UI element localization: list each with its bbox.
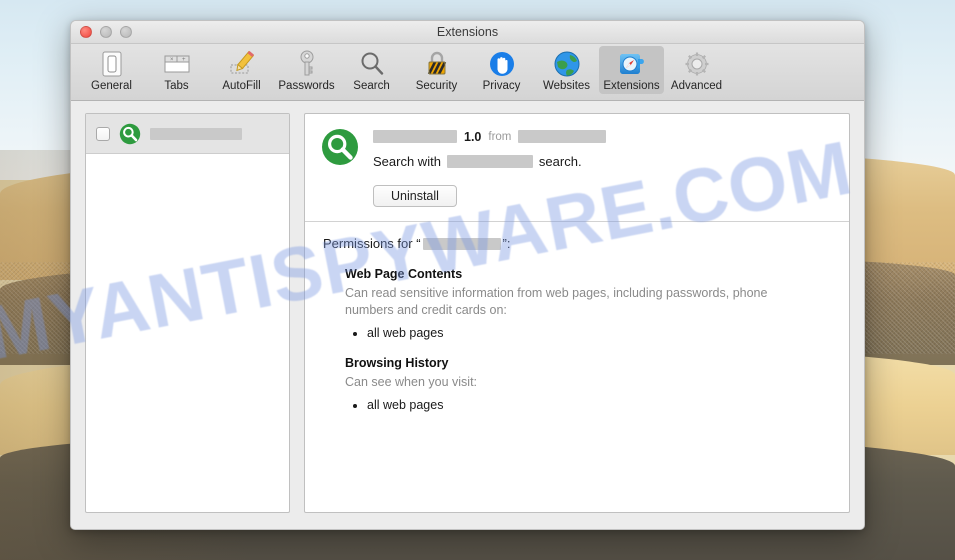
description-prefix: Search with xyxy=(373,154,441,169)
passwords-icon xyxy=(291,49,323,79)
toolbar-item-autofill[interactable]: AutoFill xyxy=(209,46,274,94)
toolbar-label: General xyxy=(91,80,132,92)
toolbar-item-security[interactable]: Security xyxy=(404,46,469,94)
toolbar-item-passwords[interactable]: Passwords xyxy=(274,46,339,94)
toolbar-label: Privacy xyxy=(482,80,521,92)
list-item[interactable] xyxy=(86,114,289,154)
permission-group-text: Can see when you visit: xyxy=(345,374,478,389)
permission-group-web-page-contents: Web Page Contents Can read sensitive inf… xyxy=(345,267,831,340)
extension-enable-checkbox[interactable] xyxy=(96,126,110,141)
permissions-section: Permissions for “ ”: Web Page Contents C… xyxy=(305,222,849,512)
general-icon xyxy=(96,49,128,79)
security-icon xyxy=(421,49,453,79)
advanced-icon xyxy=(681,49,713,79)
toolbar-item-tabs[interactable]: × + Tabs xyxy=(144,46,209,94)
extension-name-redaction xyxy=(373,130,457,143)
permission-group-browsing-history: Browsing History Can see when you visit:… xyxy=(345,356,831,412)
green-magnifier-icon xyxy=(119,123,141,144)
permission-scope-list: all web pages xyxy=(367,398,831,412)
uninstall-button[interactable]: Uninstall xyxy=(373,185,457,207)
permission-group-title: Browsing History xyxy=(345,355,449,370)
websites-icon xyxy=(551,49,583,79)
green-magnifier-icon xyxy=(322,129,358,165)
extension-vendor-redaction xyxy=(518,130,607,143)
extensions-preferences-window: Extensions General × + Tabs AutoFill Pas… xyxy=(70,20,865,530)
extensions-icon xyxy=(616,49,648,79)
permissions-heading-prefix: Permissions for “ xyxy=(323,236,421,251)
from-label: from xyxy=(488,130,512,143)
permission-group-text: Can read sensitive information from web … xyxy=(345,286,768,317)
toolbar-label: Extensions xyxy=(603,80,660,92)
permission-scope-item: all web pages xyxy=(367,326,831,340)
toolbar-label: Security xyxy=(415,80,458,92)
extensions-list xyxy=(85,113,290,513)
toolbar-label: Passwords xyxy=(278,80,335,92)
toolbar-item-advanced[interactable]: Advanced xyxy=(664,46,729,94)
extension-detail-header: 1.0 from Search with search. Uninstall xyxy=(305,114,849,222)
extension-detail-panel: 1.0 from Search with search. Uninstall P… xyxy=(304,113,850,513)
zoom-button-icon[interactable] xyxy=(120,26,132,38)
extension-title-line: 1.0 from xyxy=(373,128,833,145)
description-suffix: search. xyxy=(538,154,582,169)
window-title: Extensions xyxy=(436,25,499,39)
toolbar-label: Tabs xyxy=(164,80,189,92)
permission-group-title: Web Page Contents xyxy=(345,267,463,281)
toolbar-item-extensions[interactable]: Extensions xyxy=(599,46,664,94)
toolbar-item-websites[interactable]: Websites xyxy=(534,46,599,94)
permissions-heading: Permissions for “ ”: xyxy=(323,236,831,251)
toolbar-label: Advanced xyxy=(670,80,723,92)
window-titlebar: Extensions xyxy=(71,21,864,44)
permission-scope-list: all web pages xyxy=(367,326,831,340)
description-name-redaction xyxy=(446,155,533,168)
permissions-name-redaction xyxy=(422,237,501,250)
permission-scope-item: all web pages xyxy=(367,398,831,412)
window-controls xyxy=(80,26,132,38)
toolbar-label: Websites xyxy=(542,80,591,92)
extension-name-redaction xyxy=(150,127,242,140)
extension-description: Search with search. xyxy=(373,154,833,169)
minimize-button-icon[interactable] xyxy=(100,26,112,38)
toolbar-item-general[interactable]: General xyxy=(79,46,144,94)
svg-text:+: + xyxy=(182,57,186,63)
toolbar-label: AutoFill xyxy=(222,80,261,92)
extension-version: 1.0 xyxy=(464,129,482,144)
toolbar-item-search[interactable]: Search xyxy=(339,46,404,94)
autofill-icon xyxy=(226,49,258,79)
toolbar-label: Search xyxy=(353,80,390,92)
search-icon xyxy=(356,49,388,79)
close-button-icon[interactable] xyxy=(80,26,92,38)
svg-text:×: × xyxy=(170,57,174,63)
privacy-icon xyxy=(486,49,518,79)
preferences-toolbar: General × + Tabs AutoFill Passwords Sear… xyxy=(71,44,864,101)
tabs-icon: × + xyxy=(161,49,193,79)
toolbar-item-privacy[interactable]: Privacy xyxy=(469,46,534,94)
preferences-content: 1.0 from Search with search. Uninstall P… xyxy=(71,101,864,529)
permissions-heading-suffix: ”: xyxy=(502,236,511,251)
desktop-background: Extensions General × + Tabs AutoFill Pas… xyxy=(0,0,955,560)
